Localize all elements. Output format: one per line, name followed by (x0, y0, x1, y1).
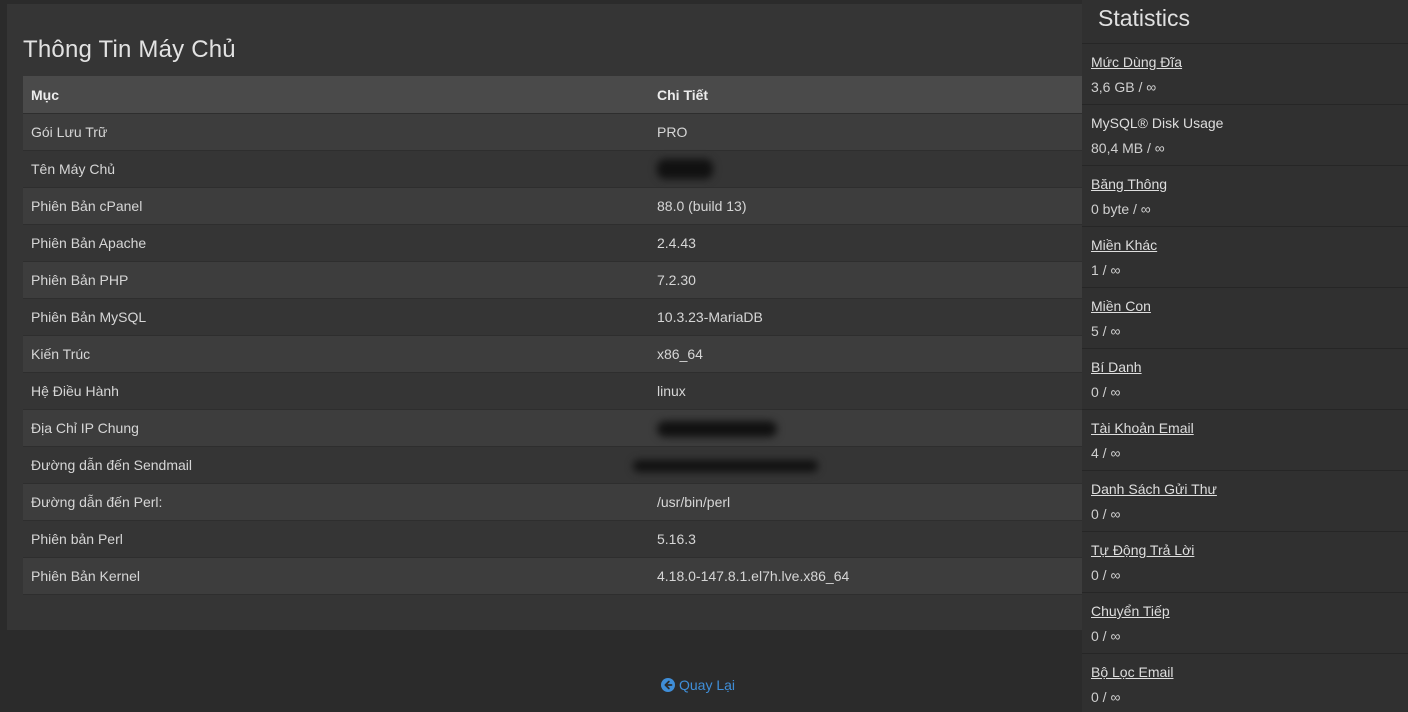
stat-label-link[interactable]: Bí Danh (1091, 358, 1408, 376)
table-row: Phiên Bản MySQL 10.3.23-MariaDB (23, 298, 1082, 336)
row-item-label: Đường dẫn đến Sendmail (23, 446, 649, 484)
stat-label-link[interactable]: Tự Động Trả Lời (1091, 541, 1408, 559)
table-row: Phiên Bản Kernel 4.18.0-147.8.1.el7h.lve… (23, 557, 1082, 595)
row-detail-value: 5.16.3 (649, 520, 1082, 558)
stat-value: 0 / ∞ (1091, 567, 1121, 583)
redacted-hostname (657, 159, 713, 179)
table-row: Phiên bản Perl 5.16.3 (23, 520, 1082, 558)
row-item-label: Phiên Bản Kernel (23, 557, 649, 595)
stat-value: 0 / ∞ (1091, 689, 1121, 705)
stat-label-link[interactable]: Băng Thông (1091, 175, 1408, 193)
row-item-label: Đường dẫn đến Perl: (23, 483, 649, 521)
stat-label-link[interactable]: Bộ Lọc Email (1091, 663, 1408, 681)
table-row: Kiến Trúc x86_64 (23, 335, 1082, 373)
table-header-row: Mục Chi Tiết (23, 76, 1082, 114)
row-detail-value: /usr/bin/perl (649, 483, 1082, 521)
row-detail-value: PRO (649, 113, 1082, 151)
row-item-label: Kiến Trúc (23, 335, 649, 373)
page-title: Thông Tin Máy Chủ (23, 36, 236, 63)
stat-addon-domains: Miền Khác 1 / ∞ (1082, 227, 1408, 288)
arrow-circle-left-icon (661, 678, 675, 692)
table-row: Địa Chỉ IP Chung (23, 409, 1082, 447)
stat-label-link[interactable]: Tài Khoản Email (1091, 419, 1408, 437)
row-detail-value: linux (649, 372, 1082, 410)
stat-value: 0 byte / ∞ (1091, 201, 1151, 217)
row-item-label: Phiên Bản PHP (23, 261, 649, 299)
stat-label-link[interactable]: Miền Khác (1091, 236, 1408, 254)
stat-bandwidth: Băng Thông 0 byte / ∞ (1082, 166, 1408, 227)
stat-value: 80,4 MB / ∞ (1091, 140, 1165, 156)
table-row: Đường dẫn đến Sendmail (23, 446, 1082, 484)
row-detail-value: 88.0 (build 13) (649, 187, 1082, 225)
table-row: Phiên Bản Apache 2.4.43 (23, 224, 1082, 262)
stat-value: 5 / ∞ (1091, 323, 1121, 339)
row-detail-value: 10.3.23-MariaDB (649, 298, 1082, 336)
column-header-detail: Chi Tiết (649, 76, 1082, 114)
row-item-label: Phiên Bản cPanel (23, 187, 649, 225)
table-row: Phiên Bản cPanel 88.0 (build 13) (23, 187, 1082, 225)
table-row: Tên Máy Chủ (23, 150, 1082, 188)
stat-value: 1 / ∞ (1091, 262, 1121, 278)
stat-value: 0 / ∞ (1091, 506, 1121, 522)
back-link-label: Quay Lại (679, 677, 736, 693)
row-item-label: Địa Chỉ IP Chung (23, 409, 649, 447)
row-item-label: Phiên Bản Apache (23, 224, 649, 262)
stat-email-accounts: Tài Khoản Email 4 / ∞ (1082, 410, 1408, 471)
row-item-label: Tên Máy Chủ (23, 150, 649, 188)
stat-value: 4 / ∞ (1091, 445, 1121, 461)
table-row: Gói Lưu Trữ PRO (23, 113, 1082, 151)
table-row: Hệ Điều Hành linux (23, 372, 1082, 410)
table-row: Phiên Bản PHP 7.2.30 (23, 261, 1082, 299)
statistics-title: Statistics (1082, 0, 1408, 44)
stat-label-link[interactable]: Miền Con (1091, 297, 1408, 315)
redacted-ip-address (657, 420, 777, 437)
row-detail-value (649, 409, 1082, 447)
stat-value: 0 / ∞ (1091, 628, 1121, 644)
row-detail-value: 7.2.30 (649, 261, 1082, 299)
stat-disk-usage: Mức Dùng Đĩa 3,6 GB / ∞ (1082, 44, 1408, 105)
row-item-label: Hệ Điều Hành (23, 372, 649, 410)
stat-forwarders: Chuyển Tiếp 0 / ∞ (1082, 593, 1408, 654)
row-detail-value (633, 446, 1082, 484)
row-item-label: Phiên bản Perl (23, 520, 649, 558)
stat-label-link[interactable]: Danh Sách Gửi Thư (1091, 480, 1408, 498)
stat-autoresponders: Tự Động Trả Lời 0 / ∞ (1082, 532, 1408, 593)
stat-subdomains: Miền Con 5 / ∞ (1082, 288, 1408, 349)
redacted-sendmail-path (633, 460, 818, 473)
stat-email-filters: Bộ Lọc Email 0 / ∞ (1082, 654, 1408, 712)
stat-label-link[interactable]: Chuyển Tiếp (1091, 602, 1408, 620)
stat-aliases: Bí Danh 0 / ∞ (1082, 349, 1408, 410)
row-detail-value: 4.18.0-147.8.1.el7h.lve.x86_64 (649, 557, 1082, 595)
stat-value: 3,6 GB / ∞ (1091, 79, 1157, 95)
server-info-panel: Thông Tin Máy Chủ Mục Chi Tiết Gói Lưu T… (7, 4, 1082, 630)
stat-mailing-lists: Danh Sách Gửi Thư 0 / ∞ (1082, 471, 1408, 532)
stat-label-link[interactable]: Mức Dùng Đĩa (1091, 53, 1408, 71)
stat-value: 0 / ∞ (1091, 384, 1121, 400)
row-item-label: Gói Lưu Trữ (23, 113, 649, 151)
server-info-table: Mục Chi Tiết Gói Lưu Trữ PRO Tên Máy Chủ… (23, 76, 1082, 595)
column-header-item: Mục (23, 76, 649, 114)
statistics-sidebar: Statistics Mức Dùng Đĩa 3,6 GB / ∞ MySQL… (1082, 0, 1408, 712)
table-row: Đường dẫn đến Perl: /usr/bin/perl (23, 483, 1082, 521)
row-detail-value: 2.4.43 (649, 224, 1082, 262)
stat-label: MySQL® Disk Usage (1091, 115, 1224, 131)
row-item-label: Phiên Bản MySQL (23, 298, 649, 336)
row-detail-value (649, 150, 1082, 188)
stat-mysql-disk-usage: MySQL® Disk Usage 80,4 MB / ∞ (1082, 105, 1408, 166)
back-link[interactable]: Quay Lại (661, 677, 735, 693)
row-detail-value: x86_64 (649, 335, 1082, 373)
